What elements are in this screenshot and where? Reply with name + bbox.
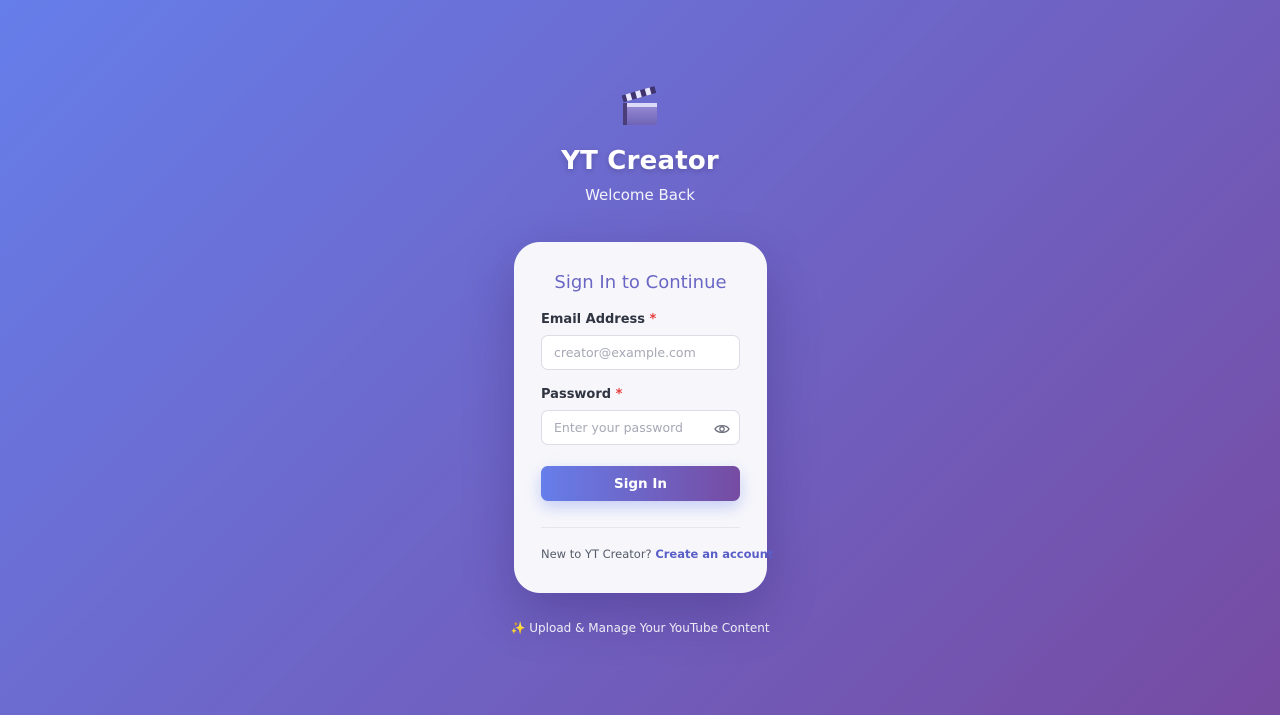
required-mark: * xyxy=(615,387,623,402)
sign-in-button[interactable]: Sign In xyxy=(541,466,740,501)
divider xyxy=(541,527,740,528)
password-label-text: Password xyxy=(541,387,612,402)
tagline-text: Upload & Manage Your YouTube Content xyxy=(529,621,770,635)
password-field[interactable] xyxy=(542,411,739,444)
tagline: ✨ Upload & Manage Your YouTube Content xyxy=(0,621,1280,635)
email-field[interactable] xyxy=(542,336,739,369)
email-field-wrapper xyxy=(541,335,740,370)
welcome-subtitle: Welcome Back xyxy=(585,186,695,204)
app-header: YT Creator Welcome Back xyxy=(0,86,1280,204)
create-account-link[interactable]: Create an account xyxy=(655,547,773,561)
eye-icon[interactable] xyxy=(714,421,730,435)
signup-prompt: New to YT Creator? Create an account xyxy=(541,547,773,561)
signin-card: Sign In to Continue Email Address * Pass… xyxy=(514,242,773,593)
email-label-text: Email Address xyxy=(541,312,646,327)
password-field-wrapper xyxy=(541,410,740,445)
card-title: Sign In to Continue xyxy=(554,272,727,293)
email-label: Email Address * xyxy=(541,312,740,327)
sparkles-icon: ✨ xyxy=(510,621,526,635)
required-mark: * xyxy=(649,312,657,327)
app-title: YT Creator xyxy=(561,146,719,176)
password-label: Password * xyxy=(541,387,740,402)
clapperboard-icon xyxy=(619,86,661,128)
signup-prompt-text: New to YT Creator? xyxy=(541,547,652,561)
